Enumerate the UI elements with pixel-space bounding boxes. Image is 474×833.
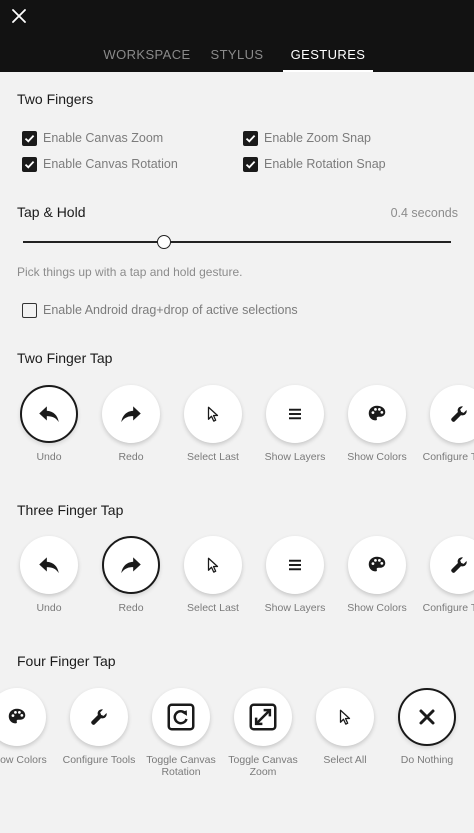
gesture-option-button[interactable] <box>398 688 456 746</box>
check-icon <box>24 134 35 143</box>
two-finger-tap-title: Two Finger Tap <box>17 350 113 366</box>
gesture-option-button[interactable] <box>0 688 46 746</box>
three-finger-tap-title: Three Finger Tap <box>17 502 124 518</box>
two-finger-tap-actions: Undo Redo Select Last Show Layers Show Color… <box>0 382 474 492</box>
tab-bar: WORKSPACE STYLUS GESTURES <box>0 36 474 72</box>
gesture-option-configure-tools[interactable]: Configure Tools <box>411 382 474 492</box>
gesture-option-label: Do Nothing <box>400 754 454 766</box>
checkbox-label: Enable Rotation Snap <box>264 157 386 171</box>
layers-icon <box>286 556 304 574</box>
palette-icon <box>366 403 388 425</box>
gesture-option-button[interactable] <box>430 385 474 443</box>
gesture-option-button[interactable] <box>348 536 406 594</box>
tap-hold-slider[interactable] <box>23 235 451 249</box>
checkbox-checked <box>243 156 258 172</box>
tab-stylus[interactable]: STYLUS <box>206 36 268 72</box>
four-finger-tap-title: Four Finger Tap <box>17 653 116 669</box>
layers-icon <box>286 405 304 423</box>
cursor-icon <box>204 556 222 574</box>
close-button[interactable] <box>8 5 30 27</box>
gesture-option-label: Configure Tools <box>422 602 474 614</box>
gesture-option-button[interactable] <box>184 385 242 443</box>
undo-icon <box>36 552 62 578</box>
enable-canvas-rotation-checkbox[interactable]: Enable Canvas Rotation <box>22 154 178 174</box>
checkbox-unchecked <box>22 302 37 318</box>
checkbox-label: Enable Canvas Zoom <box>43 131 164 145</box>
gesture-option-button[interactable] <box>316 688 374 746</box>
tap-hold-hint: Pick things up with a tap and hold gestu… <box>17 265 243 279</box>
redo-icon <box>118 401 144 427</box>
check-icon <box>245 134 256 143</box>
gesture-option-button[interactable] <box>184 536 242 594</box>
undo-icon <box>36 401 62 427</box>
checkbox-checked <box>22 130 37 146</box>
checkbox-checked <box>22 156 37 172</box>
enable-zoom-snap-checkbox[interactable]: Enable Zoom Snap <box>243 128 371 148</box>
tap-hold-title: Tap & Hold <box>17 204 86 220</box>
palette-icon <box>366 554 388 576</box>
checkbox-label: Enable Android drag+drop of active selec… <box>43 303 298 317</box>
x-icon <box>418 708 436 726</box>
gesture-option-button[interactable] <box>266 385 324 443</box>
check-icon <box>24 160 35 169</box>
gesture-option-button[interactable] <box>20 536 78 594</box>
gesture-option-button[interactable] <box>102 536 160 594</box>
wrench-icon <box>449 555 469 575</box>
checkbox-label: Enable Canvas Rotation <box>43 157 178 171</box>
slider-thumb[interactable] <box>157 235 172 249</box>
cursor-icon <box>336 708 354 726</box>
cursor-icon <box>204 405 222 423</box>
close-icon <box>12 9 26 23</box>
gesture-option-button[interactable] <box>152 688 210 746</box>
gesture-option-button[interactable] <box>430 536 474 594</box>
tab-gestures[interactable]: GESTURES <box>283 36 373 72</box>
checkbox-label: Enable Zoom Snap <box>264 131 372 145</box>
palette-icon <box>6 706 28 728</box>
expand-icon <box>248 702 278 732</box>
gesture-option-button[interactable] <box>70 688 128 746</box>
checkbox-checked <box>243 130 258 146</box>
gesture-option-do-nothing[interactable]: Do Nothing <box>379 685 474 795</box>
tab-workspace[interactable]: WORKSPACE <box>100 36 194 72</box>
rotate-icon <box>166 702 196 732</box>
gesture-option-button[interactable] <box>102 385 160 443</box>
gesture-option-button[interactable] <box>20 385 78 443</box>
enable-rotation-snap-checkbox[interactable]: Enable Rotation Snap <box>243 154 386 174</box>
redo-icon <box>118 552 144 578</box>
gesture-option-configure-tools[interactable]: Configure Tools <box>411 533 474 643</box>
three-finger-tap-actions: Undo Redo Select Last Show Layers Show Color… <box>0 533 474 643</box>
gesture-option-button[interactable] <box>266 536 324 594</box>
gesture-option-button[interactable] <box>234 688 292 746</box>
check-icon <box>245 160 256 169</box>
top-bar: WORKSPACE STYLUS GESTURES <box>0 0 474 72</box>
gesture-option-button[interactable] <box>348 385 406 443</box>
wrench-icon <box>449 404 469 424</box>
gesture-option-label: Configure Tools <box>422 451 474 463</box>
two-fingers-title: Two Fingers <box>17 91 94 107</box>
four-finger-tap-actions: Show ColorsConfigure ToolsToggle Canvas … <box>0 685 474 795</box>
enable-canvas-zoom-checkbox[interactable]: Enable Canvas Zoom <box>22 128 163 148</box>
wrench-icon <box>89 707 109 727</box>
android-drag-drop-checkbox[interactable]: Enable Android drag+drop of active selec… <box>22 300 298 320</box>
tap-hold-value: 0.4 seconds <box>390 206 458 220</box>
